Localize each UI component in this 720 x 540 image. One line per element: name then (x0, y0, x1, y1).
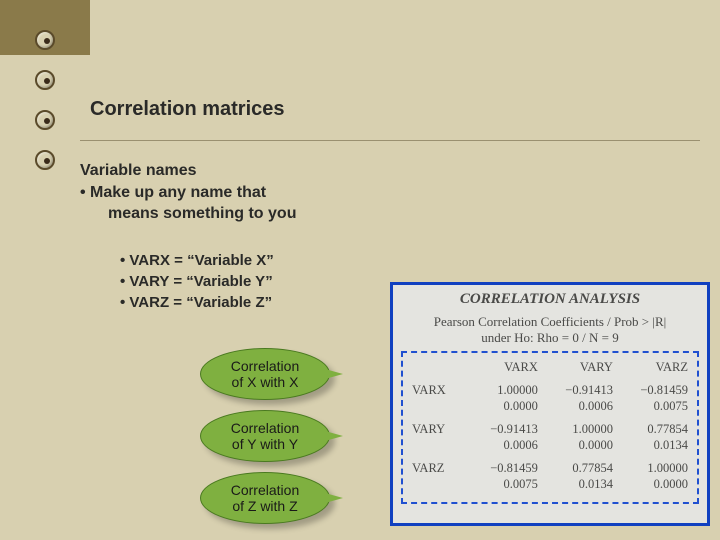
section-bullet-line2: means something to you (80, 203, 296, 225)
callout-text: Correlation (231, 420, 299, 436)
cell: −0.81459 (618, 381, 693, 399)
table-row: VARX 1.00000 −0.91413 −0.81459 (407, 381, 693, 399)
row-name: VARZ (407, 459, 468, 477)
cell: 0.0000 (618, 477, 693, 498)
cell: −0.91413 (468, 420, 543, 438)
col-varz: VARZ (618, 358, 693, 381)
callout-text: Correlation (231, 482, 299, 498)
table-header-row: VARX VARY VARZ (407, 358, 693, 381)
callout-xx: Correlation of X with X (200, 348, 330, 400)
cell: 0.77854 (543, 459, 618, 477)
page-title: Correlation matrices (90, 98, 285, 121)
cell: 1.00000 (618, 459, 693, 477)
ring-icon (35, 110, 55, 130)
callout-text: of X with X (232, 374, 299, 390)
callout-group: Correlation of X with X Correlation of Y… (200, 348, 330, 534)
analysis-heading: CORRELATION ANALYSIS (401, 291, 699, 308)
row-name: VARY (407, 420, 468, 438)
var-line: • VARY = “Variable Y” (120, 271, 274, 292)
callout-text: of Z with Z (232, 498, 297, 514)
binding-rings (35, 30, 55, 190)
var-line: • VARZ = “Variable Z” (120, 292, 274, 313)
callout-yy: Correlation of Y with Y (200, 410, 330, 462)
cell: 0.0006 (543, 399, 618, 420)
cell: 0.0134 (543, 477, 618, 498)
col-varx: VARX (468, 358, 543, 381)
cell: 0.0075 (618, 399, 693, 420)
cell: 0.0075 (468, 477, 543, 498)
cell: 1.00000 (543, 420, 618, 438)
table-row-pval: 0.0075 0.0134 0.0000 (407, 477, 693, 498)
correlation-analysis-panel: CORRELATION ANALYSIS Pearson Correlation… (390, 282, 710, 526)
correlation-matrix-box: VARX VARY VARZ VARX 1.00000 −0.91413 −0.… (401, 351, 699, 504)
cell: 1.00000 (468, 381, 543, 399)
cell: 0.0000 (543, 438, 618, 459)
section-heading: Variable names (80, 160, 296, 182)
table-row: VARY −0.91413 1.00000 0.77854 (407, 420, 693, 438)
analysis-sub-line2: under Ho: Rho = 0 / N = 9 (481, 330, 618, 345)
callout-zz: Correlation of Z with Z (200, 472, 330, 524)
cell: 0.77854 (618, 420, 693, 438)
cell: 0.0134 (618, 438, 693, 459)
row-name: VARX (407, 381, 468, 399)
table-row-pval: 0.0006 0.0000 0.0134 (407, 438, 693, 459)
var-line: • VARX = “Variable X” (120, 250, 274, 271)
var-definitions: • VARX = “Variable X” • VARY = “Variable… (120, 250, 274, 313)
cell: 0.0000 (468, 399, 543, 420)
callout-text: of Y with Y (232, 436, 298, 452)
callout-text: Correlation (231, 358, 299, 374)
table-row-pval: 0.0000 0.0006 0.0075 (407, 399, 693, 420)
section-text: Variable names • Make up any name that m… (80, 160, 296, 225)
table-row: VARZ −0.81459 0.77854 1.00000 (407, 459, 693, 477)
col-vary: VARY (543, 358, 618, 381)
cell: −0.91413 (543, 381, 618, 399)
cell: −0.81459 (468, 459, 543, 477)
ring-icon (35, 30, 55, 50)
ring-icon (35, 150, 55, 170)
analysis-sub-line1: Pearson Correlation Coefficients / Prob … (434, 314, 667, 329)
correlation-table: VARX VARY VARZ VARX 1.00000 −0.91413 −0.… (407, 358, 693, 498)
analysis-subheading: Pearson Correlation Coefficients / Prob … (401, 314, 699, 345)
title-divider (80, 140, 700, 141)
ring-icon (35, 70, 55, 90)
cell: 0.0006 (468, 438, 543, 459)
section-bullet-line1: • Make up any name that (80, 182, 296, 204)
